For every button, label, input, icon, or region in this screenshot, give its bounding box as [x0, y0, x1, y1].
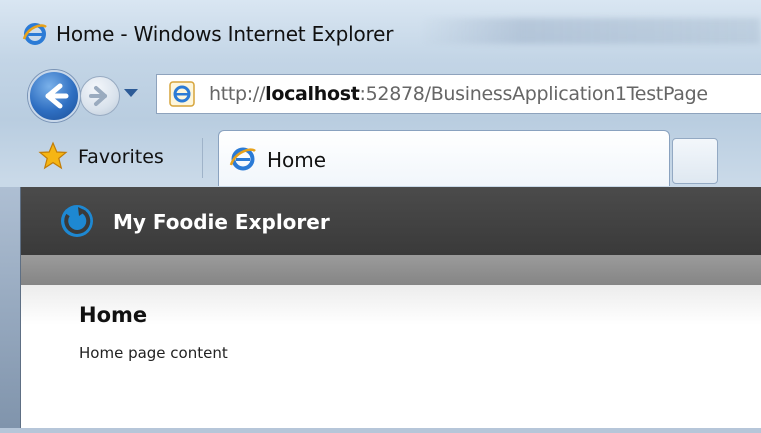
- internet-explorer-icon: [229, 147, 256, 171]
- app-header: My Foodie Explorer: [21, 187, 761, 255]
- blurred-menu-area: [420, 18, 760, 44]
- page-icon: [169, 81, 195, 107]
- internet-explorer-icon: [22, 23, 47, 45]
- address-url: http://localhost:52878/BusinessApplicati…: [209, 83, 708, 105]
- page-title: Home: [79, 303, 148, 327]
- favorites-button[interactable]: Favorites: [30, 134, 198, 178]
- browser-window: Home - Windows Internet Explorer http://…: [0, 0, 761, 433]
- window-bottom-edge: [0, 428, 761, 433]
- address-bar[interactable]: http://localhost:52878/BusinessApplicati…: [156, 74, 761, 114]
- toolbar-divider: [202, 138, 203, 178]
- star-icon: [38, 141, 68, 170]
- page-body-text: Home page content: [79, 344, 228, 362]
- tab-label: Home: [267, 148, 327, 172]
- recent-pages-dropdown-icon[interactable]: [124, 89, 138, 97]
- new-tab-button[interactable]: [672, 138, 718, 184]
- page-viewport: My Foodie Explorer Home Home page conten…: [20, 187, 761, 433]
- forward-arrow-icon: [89, 86, 107, 106]
- tab-home[interactable]: Home: [218, 130, 670, 186]
- back-arrow-icon: [45, 83, 69, 109]
- window-frame-edge: [0, 187, 20, 433]
- forward-button[interactable]: [80, 76, 120, 116]
- app-nav-strip: [21, 255, 761, 285]
- circular-arrow-logo-icon: [61, 205, 93, 237]
- favorites-label: Favorites: [78, 146, 164, 168]
- tab-row: Favorites Home: [20, 126, 761, 186]
- title-bar: Home - Windows Internet Explorer: [0, 0, 761, 66]
- app-title: My Foodie Explorer: [113, 210, 330, 234]
- back-button[interactable]: [28, 70, 80, 122]
- window-title: Home - Windows Internet Explorer: [56, 22, 394, 46]
